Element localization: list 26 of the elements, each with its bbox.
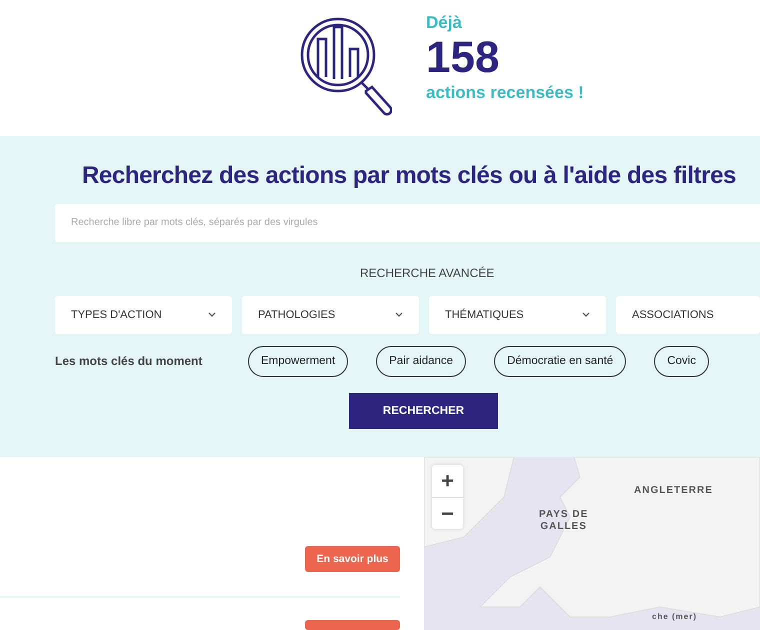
chevron-down-icon (208, 312, 216, 318)
search-title: Recherchez des actions par mots clés ou à l'aide des filtres (82, 162, 737, 190)
keyword-chip[interactable]: Empowerment (248, 346, 348, 377)
map-label: che (mer) (652, 612, 698, 622)
keyword-chip[interactable]: Démocratie en santé (494, 346, 626, 377)
filter-dropdown[interactable]: ASSOCIATIONS (616, 296, 760, 334)
keywords-label: Les mots clés du moment (55, 354, 204, 368)
filter-dropdown[interactable]: TYPES D'ACTION (55, 296, 232, 334)
zoom-in-button[interactable]: + (432, 465, 463, 497)
search-field[interactable]: Recherche libre par mots clés, séparés par des virgules (55, 204, 760, 242)
map[interactable]: + − ANGLETERRE PAYS DE GALLES che (mer) (424, 457, 760, 630)
counter-suffix: actions recensées ! (426, 83, 584, 104)
more-info-button[interactable] (305, 620, 400, 630)
search-button[interactable]: RECHERCHER (349, 392, 498, 429)
keyword-chip[interactable]: Covic (654, 346, 709, 377)
filter-dropdown[interactable]: PATHOLOGIES (242, 296, 419, 334)
map-label: PAYS DE GALLES (539, 509, 588, 533)
zoom-out-button[interactable]: − (432, 497, 463, 529)
chevron-down-icon (395, 312, 403, 318)
action-count: 158 (426, 32, 500, 84)
counter-prefix: Déjà (426, 12, 463, 33)
chevron-down-icon (582, 312, 590, 318)
filter-dropdown[interactable]: THÉMATIQUES (429, 296, 606, 334)
advanced-search-label: RECHERCHE AVANCÉE (360, 266, 494, 280)
map-label: ANGLETERRE (634, 485, 713, 497)
keyword-chip[interactable]: Pair aidance (376, 346, 466, 377)
